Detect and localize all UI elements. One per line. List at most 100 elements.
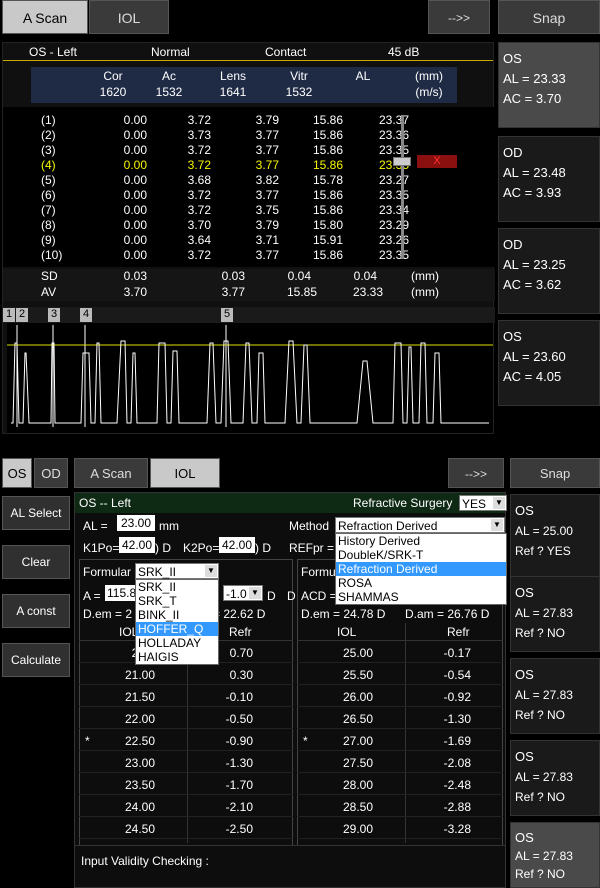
marker-4[interactable]: 4 [80, 308, 92, 322]
method-option[interactable]: ROSA [336, 576, 506, 590]
iol-table-row[interactable]: 23.50 -1.70 [79, 775, 293, 795]
tab-a-scan-2[interactable]: A Scan [74, 458, 148, 488]
tab-iol[interactable]: IOL [89, 0, 169, 34]
iol-table-row[interactable]: 25.00 -0.17 [297, 643, 503, 663]
iol-table-row[interactable]: 26.00 -0.92 [297, 687, 503, 707]
al-input[interactable]: 23.00 [117, 515, 155, 531]
iol-title: OS -- Left [79, 496, 132, 510]
iol-table-row[interactable]: 25.50 -0.54 [297, 665, 503, 685]
iol-value: 23.00 [124, 756, 155, 770]
row-value: 0.00 [123, 173, 147, 187]
iol-table-row[interactable]: 29.00 -3.28 [297, 819, 503, 839]
iol-table-row[interactable]: 24.50 -2.50 [79, 819, 293, 839]
method-option[interactable]: DoubleK/SRK-T [336, 548, 506, 562]
formular-select[interactable]: SRK_II ▼ [135, 563, 219, 579]
method-option[interactable]: Refraction Derived [336, 562, 506, 576]
measurement-row[interactable]: (8) 0.00 3.70 3.79 15.80 23.29 [3, 218, 409, 233]
iol-table-row[interactable]: * 22.50 -0.90 [79, 731, 293, 751]
side-record-4[interactable]: OS AL = 23.60 AC = 4.05 [498, 320, 600, 406]
next-button-2[interactable]: -->> [448, 458, 504, 488]
row-value: 3.72 [187, 203, 211, 217]
sd-vitr: 0.04 [287, 269, 311, 283]
iol-table-row[interactable]: 26.50 -1.30 [297, 709, 503, 729]
row-index: (9) [41, 233, 56, 247]
a-const-button[interactable]: A const [2, 594, 70, 628]
av-label: AV [41, 285, 57, 299]
iol-table-row[interactable]: 24.00 -2.10 [79, 797, 293, 817]
refr-col-header: Refr [447, 625, 470, 639]
formular-option[interactable]: HOFFER_Q [136, 622, 218, 636]
side-record-1[interactable]: OS AL = 23.33 AC = 3.70 [498, 42, 600, 128]
iol-table-row[interactable]: 22.00 -0.50 [79, 709, 293, 729]
method-select[interactable]: Refraction Derived ▼ [335, 517, 505, 533]
side-record-2[interactable]: OD AL = 23.48 AC = 3.93 [498, 136, 600, 222]
snap-button-2[interactable]: Snap [510, 458, 600, 488]
tab-a-scan[interactable]: A Scan [2, 0, 88, 34]
row-value: 15.91 [312, 233, 343, 247]
row-value: 0.00 [123, 248, 147, 262]
iol-table-row[interactable]: 23.00 -1.30 [79, 753, 293, 773]
iol-table-row[interactable]: 21.50 -0.10 [79, 687, 293, 707]
iol-table-row[interactable]: 28.00 -2.48 [297, 775, 503, 795]
marker-3[interactable]: 3 [48, 308, 60, 322]
os-toggle[interactable]: OS [2, 458, 32, 488]
refr-value: -2.08 [443, 756, 471, 770]
iol-value: 28.00 [342, 778, 373, 792]
row-value: 0.00 [123, 143, 147, 157]
side-eye: OD [503, 237, 523, 252]
row-value: 0.00 [123, 188, 147, 202]
col-ac: Ac [161, 69, 176, 83]
marker-1[interactable]: 1 [3, 308, 15, 322]
a-tail-select[interactable]: -1.0 ▼ [223, 585, 263, 601]
measurement-row[interactable]: (10) 0.00 3.72 3.77 15.86 23.35 [3, 248, 409, 263]
iol-record-2[interactable]: OS AL = 27.83 Ref ? NO [510, 576, 600, 652]
iol-table-row[interactable]: 28.50 -2.88 [297, 797, 503, 817]
method-option[interactable]: History Derived [336, 534, 506, 548]
formular-option[interactable]: SRK_II [136, 580, 218, 594]
tab-iol-2[interactable]: IOL [150, 458, 220, 488]
al-select-button[interactable]: AL Select [2, 496, 70, 530]
k2-input[interactable]: 42.00 [219, 537, 255, 553]
sd-cor: 0.03 [123, 269, 147, 283]
measurement-row[interactable]: (3) 0.00 3.72 3.77 15.86 23.35 [3, 143, 409, 158]
measurement-row[interactable]: (5) 0.00 3.68 3.82 15.78 23.27 [3, 173, 409, 188]
k1-input[interactable]: 42.00 [119, 537, 155, 553]
next-button[interactable]: -->> [428, 0, 490, 34]
iol-table-row[interactable]: 21.00 0.30 [79, 665, 293, 685]
row-value: 0.00 [123, 233, 147, 247]
iol-value: 27.50 [342, 756, 373, 770]
refr-surgery-select[interactable]: YES ▼ [459, 495, 507, 511]
formular-option[interactable]: BINK_II [136, 608, 218, 622]
top-screen: A Scan IOL -->> Snap OS - Left Normal Co… [0, 0, 600, 436]
method-option[interactable]: SHAMMAS [336, 590, 506, 604]
refr-value: -3.28 [443, 822, 471, 836]
row-slider-track[interactable] [401, 115, 404, 259]
measurement-row[interactable]: (7) 0.00 3.72 3.75 15.86 23.34 [3, 203, 409, 218]
iol-table-row[interactable]: 27.50 -2.08 [297, 753, 503, 773]
marker-5[interactable]: 5 [221, 308, 233, 322]
formular-option[interactable]: HAIGIS [136, 650, 218, 664]
iol-record-3[interactable]: OS AL = 27.83 Ref ? NO [510, 658, 600, 734]
formular-option[interactable]: HOLLADAY [136, 636, 218, 650]
sd-row: SD 0.03 0.03 0.04 0.04 (mm) [3, 269, 495, 285]
iol-record-1[interactable]: OS AL = 25.00 Ref ? YES [510, 494, 600, 586]
calculate-button[interactable]: Calculate [2, 643, 70, 677]
snap-button[interactable]: Snap [498, 0, 600, 34]
marker-2[interactable]: 2 [16, 308, 28, 322]
measurement-row[interactable]: (4)0.003.723.7715.8623.35 [3, 158, 409, 173]
side-eye: OS [515, 749, 534, 764]
a-const-input[interactable]: 115.8 [105, 585, 139, 601]
measurement-row[interactable]: (1) 0.00 3.72 3.79 15.86 23.37 [3, 113, 409, 128]
iol-table-row[interactable]: * 27.00 -1.69 [297, 731, 503, 751]
iol-record-5[interactable]: OS AL = 27.83 Ref ? NO [510, 822, 600, 888]
side-record-3[interactable]: OD AL = 23.25 AC = 3.62 [498, 228, 600, 314]
measurement-row[interactable]: (2) 0.00 3.73 3.77 15.86 23.36 [3, 128, 409, 143]
clear-button[interactable]: Clear [2, 545, 70, 579]
measurement-row[interactable]: (6) 0.00 3.72 3.77 15.86 23.35 [3, 188, 409, 203]
delete-row-button[interactable]: X [417, 155, 457, 168]
row-slider-handle[interactable] [393, 157, 411, 166]
iol-record-4[interactable]: OS AL = 27.83 Ref ? NO [510, 740, 600, 816]
measurement-row[interactable]: (9) 0.00 3.64 3.71 15.91 23.26 [3, 233, 409, 248]
formular-option[interactable]: SRK_T [136, 594, 218, 608]
od-toggle[interactable]: OD [34, 458, 68, 488]
